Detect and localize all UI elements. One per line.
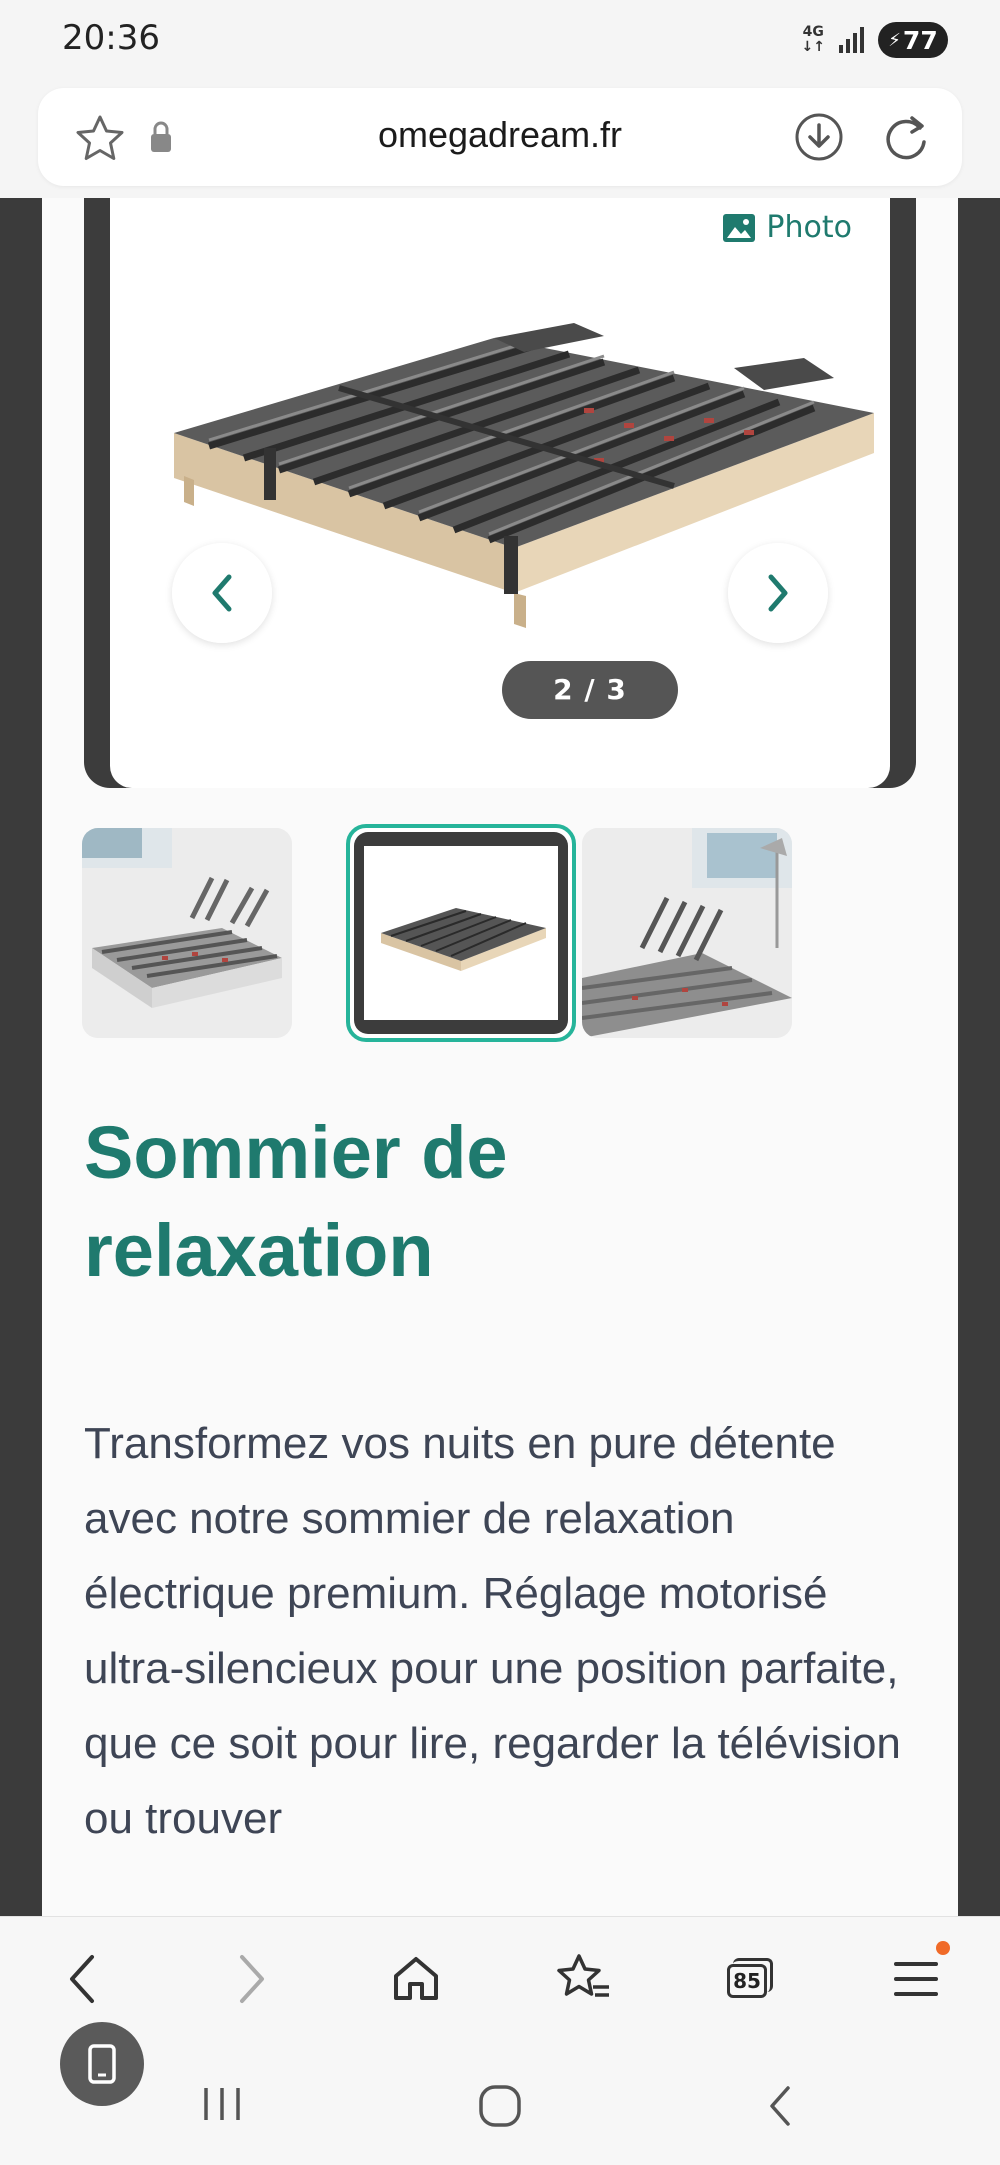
gallery-counter: 2 / 3 [502, 661, 678, 719]
gallery-next-button[interactable] [728, 543, 828, 643]
address-bar[interactable]: omegadream.fr [38, 88, 962, 186]
chevron-left-icon [212, 574, 232, 612]
home-nav-icon[interactable] [478, 2084, 522, 2132]
home-icon [394, 1957, 438, 2000]
gallery-main-image[interactable]: Photo 2 / 3 [110, 198, 890, 788]
recent-apps-icon[interactable] [200, 2084, 244, 2128]
back-button[interactable] [42, 1939, 122, 2019]
back-nav-icon[interactable] [762, 2084, 798, 2132]
bookmarks-icon [557, 1954, 609, 1997]
download-icon[interactable] [794, 112, 844, 166]
forward-icon [240, 1955, 264, 2003]
system-nav-bar [0, 2022, 1000, 2165]
phone-icon [88, 2044, 116, 2084]
status-indicators: 4G ↓↑ ⚡ 77 [802, 20, 948, 60]
status-time: 20:36 [62, 18, 160, 58]
thumbnail-2-selected[interactable] [346, 824, 576, 1042]
product-gallery: Photo 2 / 3 [84, 198, 916, 788]
product-page: Photo 2 / 3 Sommier de relaxation Transf… [42, 198, 958, 1916]
forward-button[interactable] [212, 1939, 292, 2019]
floating-device-button[interactable] [60, 2022, 144, 2106]
chevron-right-icon [768, 574, 788, 612]
thumbnail-1[interactable] [82, 828, 292, 1038]
browser-toolbar: 85 [0, 1916, 1000, 2040]
home-button[interactable] [376, 1939, 456, 2019]
network-label: 4G [802, 24, 824, 40]
back-icon [70, 1955, 94, 2003]
tabs-icon: 85 [727, 1956, 773, 2002]
signal-icon [839, 27, 864, 53]
thumbnail-2-image [381, 908, 546, 971]
tabs-button[interactable]: 85 [710, 1939, 790, 2019]
product-description: Transformez vos nuits en pure détente av… [84, 1419, 901, 1843]
product-title: Sommier de relaxation [84, 1111, 508, 1292]
menu-button[interactable] [876, 1939, 956, 2019]
network-indicator: 4G ↓↑ [802, 25, 825, 55]
status-bar: 20:36 4G ↓↑ ⚡ 77 [0, 0, 1000, 82]
data-arrows-icon: ↓↑ [801, 39, 825, 55]
bookmarks-button[interactable] [544, 1939, 624, 2019]
charging-icon: ⚡ [888, 29, 901, 51]
battery-indicator: ⚡ 77 [878, 22, 948, 58]
tabs-count: 85 [727, 1964, 767, 1998]
gallery-prev-button[interactable] [172, 543, 272, 643]
battery-level: 77 [902, 25, 938, 55]
reload-icon[interactable] [880, 110, 932, 168]
notification-dot [936, 1941, 950, 1955]
page-viewport: Photo 2 / 3 Sommier de relaxation Transf… [0, 198, 1000, 1916]
thumbnail-3[interactable] [582, 828, 792, 1038]
menu-icon [894, 1962, 938, 1996]
